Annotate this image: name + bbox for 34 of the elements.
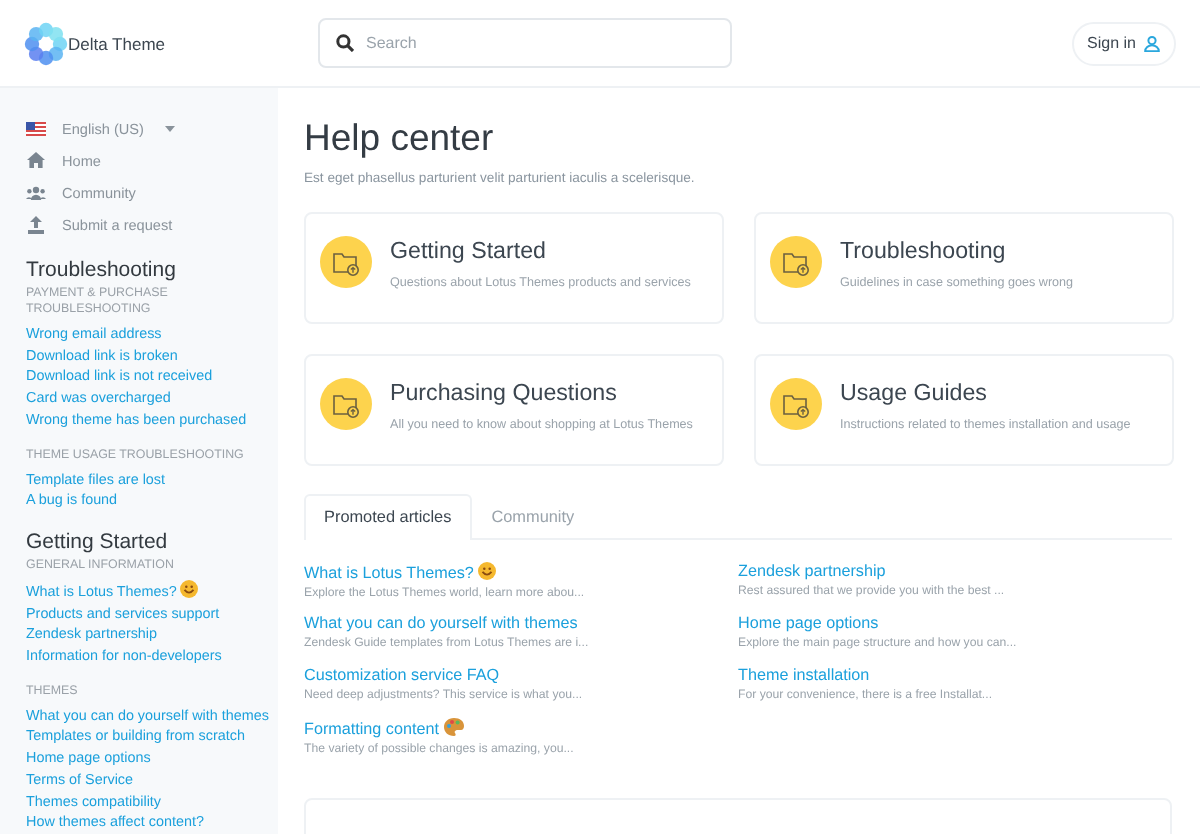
category-title: Usage Guides bbox=[840, 380, 989, 406]
article-link[interactable]: Formatting content bbox=[304, 718, 738, 738]
tab[interactable]: Promoted articles bbox=[304, 494, 472, 540]
article-link[interactable]: What you can do yourself with themes bbox=[304, 614, 738, 632]
user-icon bbox=[1144, 35, 1160, 51]
category-title: Getting Started bbox=[390, 238, 548, 264]
article-link[interactable]: Theme installation bbox=[738, 666, 1172, 684]
palette-icon bbox=[443, 718, 464, 736]
folder-icon bbox=[770, 236, 822, 288]
folder-icon bbox=[770, 378, 822, 430]
smiley-icon bbox=[180, 579, 199, 598]
folder-icon bbox=[320, 378, 372, 430]
flag-icon bbox=[26, 121, 46, 135]
category-title: Purchasing Questions bbox=[390, 380, 619, 406]
folder-icon bbox=[320, 236, 372, 288]
upload-icon bbox=[26, 215, 46, 233]
search-field[interactable]: Search bbox=[318, 18, 732, 68]
people-icon bbox=[26, 185, 46, 199]
section-heading: Getting Started bbox=[26, 529, 170, 554]
article-link[interactable]: Zendesk partnership bbox=[738, 562, 1172, 580]
home-icon bbox=[26, 152, 46, 168]
article-link[interactable]: Customization service FAQ bbox=[304, 666, 738, 684]
page-title: Help center bbox=[304, 116, 496, 160]
sign-in-button[interactable]: Sign in bbox=[1071, 21, 1176, 65]
caret-icon bbox=[159, 125, 180, 131]
category-title: Troubleshooting bbox=[840, 238, 1008, 264]
smiley-icon bbox=[478, 562, 497, 580]
section-heading: Troubleshooting bbox=[26, 258, 178, 282]
tab[interactable]: Community bbox=[471, 494, 595, 540]
search-icon bbox=[336, 34, 354, 52]
logo-icon bbox=[24, 21, 68, 65]
article-link[interactable]: Home page options bbox=[738, 614, 1172, 632]
brand-name: Delta Theme bbox=[68, 33, 166, 53]
article-link[interactable]: What is Lotus Themes? bbox=[304, 562, 738, 582]
